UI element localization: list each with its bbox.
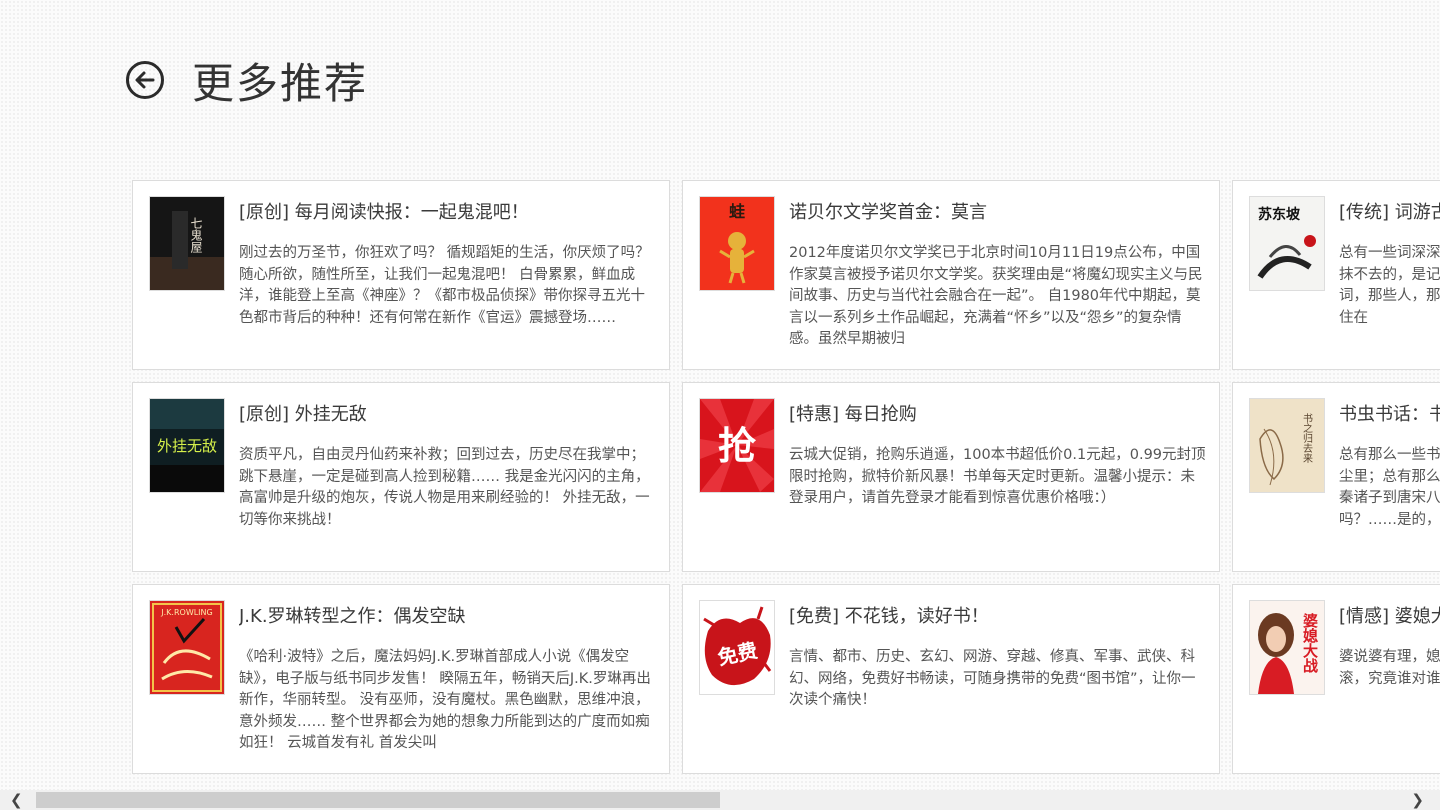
card-title: [免费] 不花钱，读好书！ [789,606,989,627]
book-cover: 免费 [700,601,774,694]
recommendation-grid: 七鬼屋 [原创] 每月阅读快报：一起鬼混吧！ 刚过去的万圣节，你狂欢了吗？ 循规… [132,180,1440,776]
recommendation-card[interactable]: J.K.ROWLING J.K.罗琳转型之作：偶发空缺 《哈利·波特》之后，魔法… [132,584,670,774]
card-title: [情感] 婆媳大战 [1339,606,1440,627]
recommendation-card[interactable]: 免费 [免费] 不花钱，读好书！ 言情、都市、历史、玄幻、网游、穿越、修真、军事… [682,584,1220,774]
recommendation-card[interactable]: 苏东坡 [传统] 词游古代 总有一些词深深刻在心底，那些词的背后，隐藏着怎样的隐… [1232,180,1440,370]
book-cover: J.K.ROWLING [150,601,224,694]
book-cover: 书之归去来 [1250,399,1324,492]
card-title: [原创] 外挂无敌 [239,404,367,425]
recommendation-card[interactable]: 蛙 诺贝尔文学奖首金：莫言 2012年度诺贝尔文学奖已于北京时间10月11日19… [682,180,1220,370]
card-description: 婆说婆有理，媳说媳有理，婆媳之间的战争，鸡飞狗跳、天雷滚滚，究竟谁对谁错？婆媳之… [1339,649,1440,687]
card-title: 书虫书话：书之归去来 [1339,404,1440,425]
cover-title-text: 苏东坡 [1258,206,1301,223]
recommendation-card[interactable]: 抢 [特惠] 每日抢购 云城大促销，抢购乐逍遥，100本书超低价0.1元起，0.… [682,382,1220,572]
card-description: 资质平凡，自由灵丹仙药来补救；回到过去，历史尽在我掌中；跳下悬崖，一定是碰到高人… [239,447,650,528]
book-cover: 蛙 [700,197,774,290]
horizontal-scrollbar[interactable]: ❮ ❯ [0,790,1440,810]
book-cover: 婆媳大战 [1250,601,1324,694]
card-description: 刚过去的万圣节，你狂欢了吗？ 循规蹈矩的生活，你厌烦了吗？ 随心所欲，随性所至，… [239,245,650,326]
card-description: 总有那么一些书，它们历经岁月，依然静静地躺在书馆厚厚的灰尘里；总有那么一些人，他… [1339,447,1440,528]
card-title: [特惠] 每日抢购 [789,404,917,425]
card-title: [传统] 词游古代 [1339,202,1440,223]
card-title: 诺贝尔文学奖首金：莫言 [789,202,987,223]
card-description: 言情、都市、历史、玄幻、网游、穿越、修真、军事、武侠、科幻、网络，免费好书畅读，… [789,649,1196,709]
back-button[interactable] [126,61,164,99]
scroll-right-arrow-icon[interactable]: ❯ [1411,791,1424,809]
arrow-left-icon [135,71,155,89]
cover-title-text: 七鬼屋 [189,217,203,254]
card-description: 总有一些词深深刻在心底，那些词的背后，隐藏着怎样的隐情？抹不去的，是记忆；流转在… [1339,245,1440,326]
book-cover: 抢 [700,399,774,492]
cover-title-text: 蛙 [729,202,745,221]
book-cover: 七鬼屋 [150,197,224,290]
recommendation-card[interactable]: 婆媳大战 [情感] 婆媳大战 婆说婆有理，媳说媳有理，婆媳之间的战争，鸡飞狗跳、… [1232,584,1440,774]
cover-title-text: 书之归去来 [1301,413,1313,464]
card-description: 《哈利·波特》之后，魔法妈妈J.K.罗琳首部成人小说《偶发空缺》，电子版与纸书同… [239,649,651,752]
page-title: 更多推荐 [192,58,369,108]
cover-title-text: 外挂无敌 [157,437,217,455]
card-description: 2012年度诺贝尔文学奖已于北京时间10月11日19点公布，中国作家莫言被授予诺… [789,245,1203,348]
card-title: J.K.罗琳转型之作：偶发空缺 [239,606,466,627]
scrollbar-thumb[interactable] [36,792,720,808]
cover-title-text: 婆媳大战 [1301,612,1319,674]
recommendation-card[interactable]: 书之归去来 书虫书话：书之归去来 总有那么一些书，它们历经岁月，依然静静地躺在书… [1232,382,1440,572]
scroll-left-arrow-icon[interactable]: ❮ [10,791,23,809]
cover-title-text: J.K.ROWLING [160,608,212,617]
recommendation-card[interactable]: 七鬼屋 [原创] 每月阅读快报：一起鬼混吧！ 刚过去的万圣节，你狂欢了吗？ 循规… [132,180,670,370]
card-description: 云城大促销，抢购乐逍遥，100本书超低价0.1元起，0.99元封顶限时抢购，掀特… [789,447,1206,507]
book-cover: 苏东坡 [1250,197,1324,290]
recommendation-card[interactable]: 外挂无敌 [原创] 外挂无敌 资质平凡，自由灵丹仙药来补救；回到过去，历史尽在我… [132,382,670,572]
book-cover: 外挂无敌 [150,399,224,492]
page-header: 更多推荐 [126,55,368,108]
cover-title-text: 抢 [718,424,757,468]
card-title: [原创] 每月阅读快报：一起鬼混吧！ [239,202,529,223]
